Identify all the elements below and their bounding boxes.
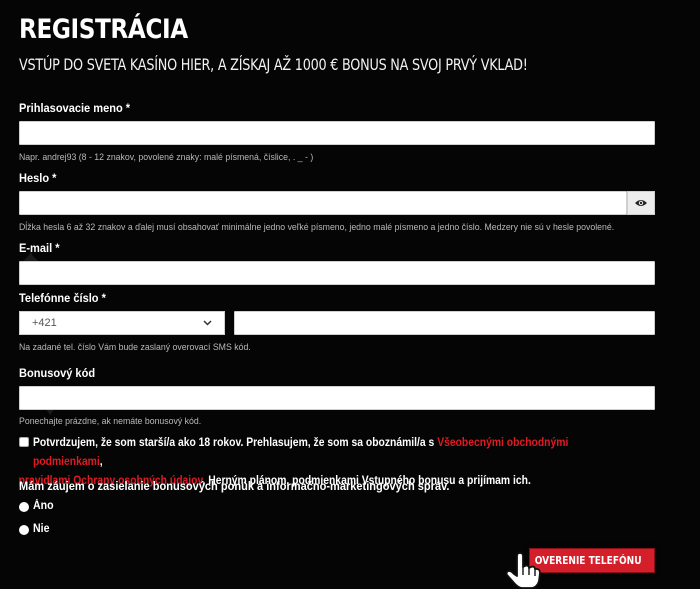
consent-text-part1: Potvrdzujem, že som starší/a ako 18 roko… [33,437,438,449]
email-label: E-mail * [19,241,60,255]
password-hint: Dĺžka hesla 6 až 32 znakov a ďalej musí … [19,222,615,233]
marketing-question: Mám záujem o zasielanie bonusových ponúk… [19,479,450,493]
phone-label: Telefónne číslo * [19,291,106,305]
bonus-code-input[interactable] [19,386,655,410]
phone-prefix-value: +421 [32,317,57,329]
email-input[interactable] [19,261,655,285]
bonus-code-label: Bonusový kód [19,366,96,380]
terms-consent-checkbox[interactable] [19,437,29,447]
verify-phone-button-label: OVERENIE TELEFÓNU [534,554,642,567]
username-input[interactable] [19,121,655,145]
page-title: REGISTRÁCIA [19,14,188,45]
marketing-radio-no-label[interactable]: Nie [33,523,49,535]
registration-page: ♠ ♦ REGISTRÁCIA VSTÚP DO SVETA KASÍNO HI… [0,0,700,589]
password-input[interactable] [19,191,627,215]
eye-icon [635,200,647,206]
phone-prefix-select[interactable]: +421 [19,311,225,335]
username-hint: Napr. andrej93 (8 - 12 znakov, povolené … [19,152,314,163]
marketing-radio-no[interactable] [19,525,29,535]
page-subtitle: VSTÚP DO SVETA KASÍNO HIER, A ZÍSKAJ AŽ … [19,55,528,74]
phone-hint: Na zadané tel. číslo Vám bude zaslaný ov… [19,342,251,353]
consent-text-part2: , [99,456,103,468]
username-label: Prihlasovacie meno * [19,101,131,115]
chevron-down-icon [203,320,212,326]
phone-number-input[interactable] [234,311,655,335]
marketing-radio-yes[interactable] [19,502,29,512]
password-label: Heslo * [19,171,57,185]
password-visibility-toggle[interactable] [627,191,655,215]
hand-pointer-icon [505,552,541,589]
verify-phone-button[interactable]: OVERENIE TELEFÓNU [529,548,655,573]
bonus-code-hint: Ponechajte prázdne, ak nemáte bonusový k… [19,416,202,427]
marketing-radio-yes-label[interactable]: Áno [33,500,54,512]
